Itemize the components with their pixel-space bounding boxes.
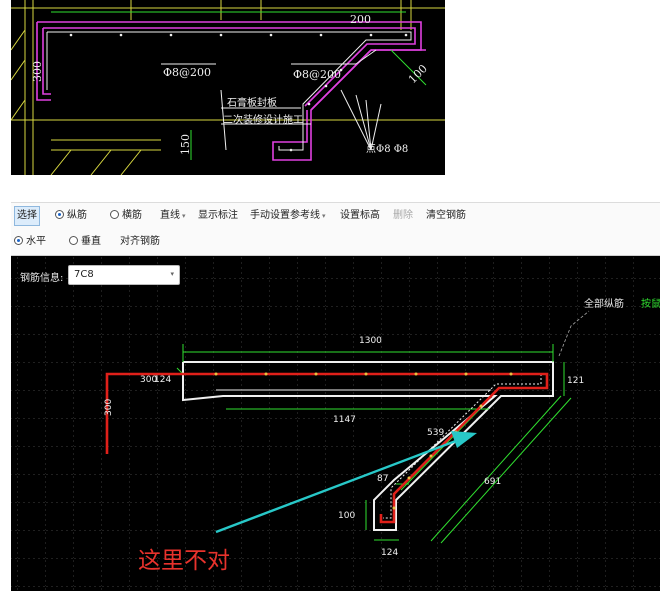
rebar-canvas-svg: 1300 300 124 300 1147 121 539 691 87 100… — [11, 256, 660, 591]
radio-unchecked-icon — [110, 210, 119, 219]
rebar-canvas[interactable]: 1300 300 124 300 1147 121 539 691 87 100… — [11, 256, 660, 591]
vertical-radio[interactable]: 垂直 — [69, 229, 101, 255]
dim-top: 1300 — [359, 336, 382, 346]
line-dropdown[interactable]: 直线 ▾ — [160, 203, 186, 229]
rebar-info-value: 7C8 — [74, 269, 94, 280]
chevron-down-icon: ▾ — [182, 212, 186, 220]
dim-end-height: 100 — [338, 511, 355, 521]
show-dimension-button[interactable]: 显示标注 — [198, 203, 238, 229]
all-longitudinal-label: 全部纵筋 — [584, 299, 624, 310]
radio-checked-icon — [14, 236, 23, 245]
cad-drawing-svg: 200 300 Φ8@200 Φ8@200 石膏板封板 二次装修设计施工 150… — [10, 0, 445, 176]
dim-small: 87 — [377, 474, 388, 484]
set-elevation-button[interactable]: 设置标高 — [340, 203, 380, 229]
align-rebar-button[interactable]: 对齐钢筋 — [120, 229, 160, 255]
cad-drawing: 200 300 Φ8@200 Φ8@200 石膏板封板 二次装修设计施工 150… — [10, 0, 445, 176]
horizontal-label: 水平 — [26, 236, 46, 247]
draw-hint-label: 按鼠 — [641, 299, 660, 310]
manual-ref-line-label: 手动设置参考线 — [250, 210, 320, 221]
chevron-down-icon: ▾ — [322, 212, 326, 220]
select-button[interactable]: 选择 — [14, 206, 40, 226]
vertical-label: 垂直 — [81, 236, 101, 247]
alignment-toolbar: 水平 垂直 对齐钢筋 — [11, 229, 660, 256]
dim-bottom-long: 1147 — [333, 415, 356, 425]
cad-rebar-lines — [46, 31, 412, 151]
line-label: 直线 — [160, 210, 180, 221]
rebar-toolbar: 选择 纵筋 横筋 直线 ▾ 显示标注 手动设置参考线 ▾ 设置标高 删除 清空钢筋 — [11, 202, 660, 230]
cad-dim-left: 300 — [31, 61, 44, 82]
cad-rebar-label-2: Φ8@200 — [293, 68, 341, 81]
manual-ref-line-dropdown[interactable]: 手动设置参考线 ▾ — [250, 203, 326, 229]
cad-rebar-label-3: 点Φ8 Φ8 — [366, 143, 408, 155]
dim-left-vertical: 300 — [104, 399, 114, 416]
annotation-text: 这里不对 — [138, 548, 230, 574]
cad-dim-top: 200 — [350, 13, 371, 26]
horizontal-radio[interactable]: 水平 — [14, 229, 46, 255]
cad-rebar-dots — [69, 33, 408, 152]
rebar-info-select[interactable]: 7C8 ▾ — [68, 265, 180, 285]
dim-left-short: 124 — [154, 375, 171, 385]
rebar-info-label: 钢筋信息: — [20, 273, 64, 284]
clear-rebar-button[interactable]: 清空钢筋 — [426, 203, 466, 229]
chevron-down-icon: ▾ — [170, 270, 174, 278]
longitudinal-label: 纵筋 — [67, 210, 87, 221]
longitudinal-radio[interactable]: 纵筋 — [55, 203, 87, 229]
cad-note-line-1: 石膏板封板 — [227, 96, 277, 109]
dim-diag-outer: 691 — [484, 477, 501, 487]
cad-dim-right: 100 — [406, 62, 430, 86]
transverse-radio[interactable]: 横筋 — [110, 203, 142, 229]
cad-rebar-label-1: Φ8@200 — [163, 66, 211, 79]
radio-unchecked-icon — [69, 236, 78, 245]
radio-checked-icon — [55, 210, 64, 219]
transverse-label: 横筋 — [122, 210, 142, 221]
dim-bottom-short: 124 — [381, 548, 398, 558]
dim-diag-inner: 539 — [427, 428, 444, 438]
delete-button[interactable]: 删除 — [393, 203, 413, 229]
dim-right: 121 — [567, 376, 584, 386]
cad-dim-left-lower: 150 — [179, 134, 192, 155]
cad-note-line-2: 二次装修设计施工 — [223, 113, 303, 126]
